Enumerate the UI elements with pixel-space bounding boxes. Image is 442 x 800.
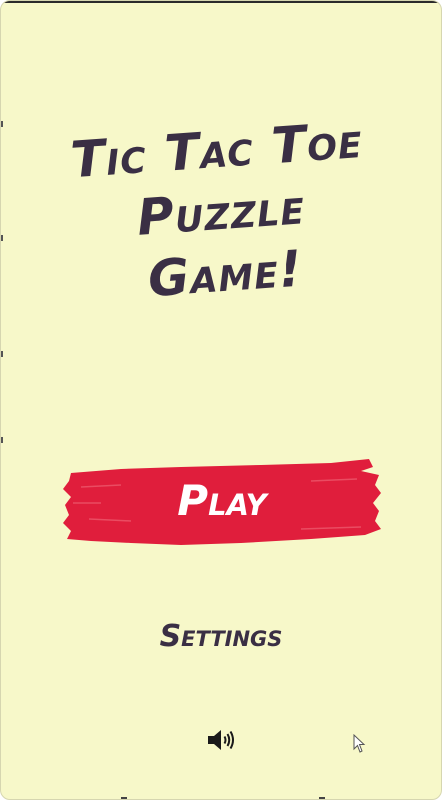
play-label[interactable]: Play bbox=[61, 473, 383, 529]
mouse-pointer-icon bbox=[353, 733, 367, 754]
bottom-mark bbox=[319, 797, 325, 799]
settings-button[interactable]: Settings bbox=[1, 615, 441, 659]
speaker-volume-icon bbox=[208, 730, 234, 750]
bottom-mark bbox=[121, 797, 127, 799]
game-title: Tic Tac Toe Puzzle Game! bbox=[1, 104, 441, 320]
sound-toggle-button[interactable] bbox=[205, 727, 237, 753]
play-button[interactable]: Play bbox=[61, 459, 383, 547]
edge-mark bbox=[1, 437, 3, 443]
game-screen: Tic Tac Toe Puzzle Game! Play Settings bbox=[0, 0, 442, 800]
edge-mark bbox=[1, 121, 3, 127]
edge-mark bbox=[1, 351, 3, 357]
top-border bbox=[1, 1, 441, 3]
